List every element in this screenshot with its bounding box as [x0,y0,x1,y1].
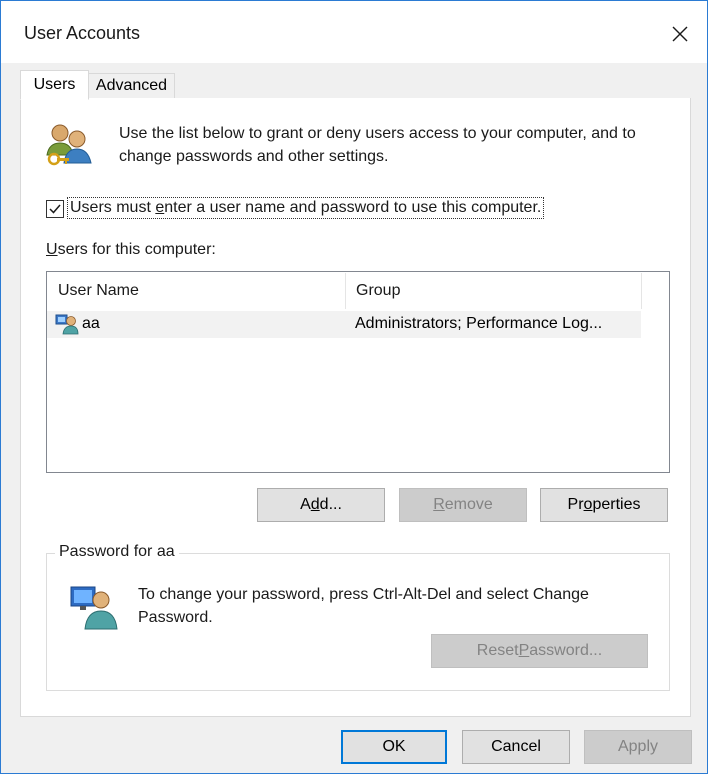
reset-button-post: assword... [529,642,603,659]
ok-button[interactable]: OK [341,730,447,764]
intro-text: Use the list below to grant or deny user… [119,125,636,165]
remove-button-post: emove [444,496,493,513]
users-list-label-key: U [46,241,58,258]
tab-advanced[interactable]: Advanced [88,73,175,99]
tab-users[interactable]: Users [20,70,89,100]
require-login-checkbox[interactable] [46,200,64,218]
users-list-label: Users for this computer: [46,241,216,259]
user-icon [55,313,79,335]
close-button[interactable] [657,13,703,55]
user-group-cell: Administrators; Performance Log... [355,315,603,332]
add-user-button[interactable]: Ad d... [257,488,385,522]
properties-button-post: perties [592,496,641,513]
user-accounts-window: User Accounts Advanced Users Use the lis… [0,0,708,774]
users-group-icon [43,121,95,169]
close-icon [672,26,688,42]
user-name-cell: aa [82,315,100,332]
checkmark-icon [49,204,61,214]
window-title: User Accounts [24,23,141,43]
apply-button[interactable]: Apply [584,730,692,764]
properties-button-key: o [583,496,593,513]
require-login-label-key: e [155,199,165,216]
properties-button[interactable]: Pr o perties [540,488,668,522]
reset-password-button[interactable]: Reset Password... [431,634,648,668]
reset-button-key: P [518,642,530,659]
users-list-label-rest: sers for this computer: [57,241,216,258]
column-divider [641,273,642,309]
reset-button-pre: Reset [476,642,519,659]
password-group-title: Password for aa [55,543,179,561]
require-login-label-pre: Users must [70,199,156,216]
require-login-label[interactable]: Users must enter a user name and passwor… [67,197,545,219]
add-button-post: d... [319,496,342,513]
column-header-user-name[interactable]: User Name [47,273,345,309]
add-button-pre: A [300,496,311,513]
require-login-label-post: nter a user name and password to use thi… [164,199,542,216]
add-button-key: d [310,496,320,513]
properties-button-pre: Pr [567,496,584,513]
remove-button-key: R [433,496,445,513]
tab-advanced-label: Advanced [95,77,168,94]
password-user-icon [69,583,119,631]
cancel-button[interactable]: Cancel [462,730,570,764]
column-header-group[interactable]: Group [345,273,642,309]
tab-users-label: Users [33,76,76,93]
remove-user-button[interactable]: Remove [399,488,527,522]
password-instructions: To change your password, press Ctrl-Alt-… [138,586,589,626]
